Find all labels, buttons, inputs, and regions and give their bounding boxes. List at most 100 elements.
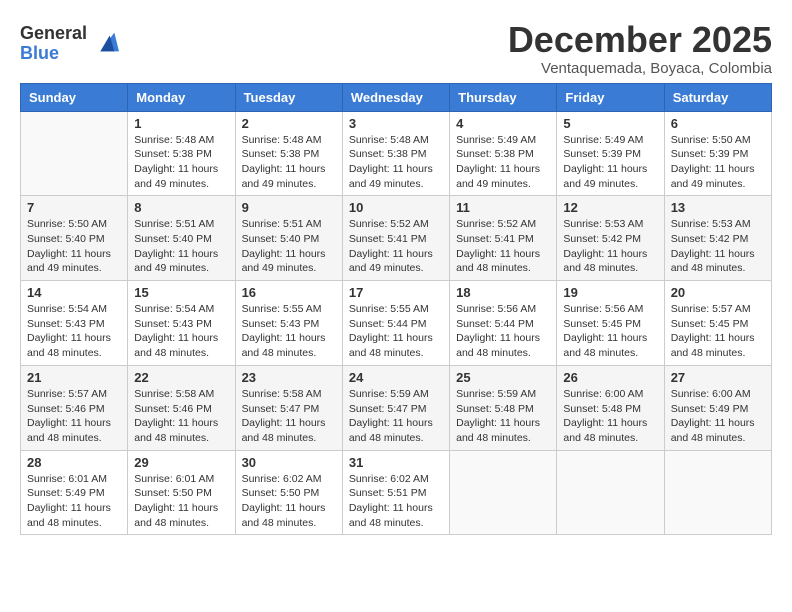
day-info: Sunrise: 6:02 AM Sunset: 5:51 PM Dayligh…: [349, 472, 443, 531]
calendar-cell: 7Sunrise: 5:50 AM Sunset: 5:40 PM Daylig…: [21, 196, 128, 281]
calendar-cell: [21, 111, 128, 196]
day-info: Sunrise: 5:53 AM Sunset: 5:42 PM Dayligh…: [563, 217, 657, 276]
day-number: 2: [242, 116, 336, 131]
calendar-cell: 9 Sunrise: 5:51 AM Sunset: 5:40 PM Daylig…: [235, 196, 342, 281]
calendar-week-3: 14 Sunrise: 5:54 AM Sunset: 5:43 PM Dayli…: [21, 281, 772, 366]
calendar-cell: 21Sunrise: 5:57 AM Sunset: 5:46 PM Dayli…: [21, 365, 128, 450]
calendar-cell: 14 Sunrise: 5:54 AM Sunset: 5:43 PM Dayli…: [21, 281, 128, 366]
calendar-cell: 31 Sunrise: 6:02 AM Sunset: 5:51 PM Dayli…: [342, 450, 449, 535]
calendar-cell: 8 Sunrise: 5:51 AM Sunset: 5:40 PM Daylig…: [128, 196, 235, 281]
day-info: Sunrise: 5:52 AM Sunset: 5:41 PM Dayligh…: [349, 217, 443, 276]
day-info: Sunrise: 5:49 AM Sunset: 5:39 PM Dayligh…: [563, 133, 657, 192]
day-info: Sunrise: 5:55 AM Sunset: 5:43 PM Dayligh…: [242, 302, 336, 361]
day-number: 28: [27, 455, 121, 470]
header-sunday: Sunday: [21, 83, 128, 111]
header-wednesday: Wednesday: [342, 83, 449, 111]
calendar-cell: 11Sunrise: 5:52 AM Sunset: 5:41 PM Dayli…: [450, 196, 557, 281]
calendar-cell: [557, 450, 664, 535]
calendar-cell: [450, 450, 557, 535]
calendar-cell: 17Sunrise: 5:55 AM Sunset: 5:44 PM Dayli…: [342, 281, 449, 366]
calendar-cell: 3Sunrise: 5:48 AM Sunset: 5:38 PM Daylig…: [342, 111, 449, 196]
page-header: General Blue December 2025 Ventaquemada,…: [20, 20, 772, 77]
calendar-cell: 20 Sunrise: 5:57 AM Sunset: 5:45 PM Dayli…: [664, 281, 771, 366]
day-number: 15: [134, 285, 228, 300]
day-number: 6: [671, 116, 765, 131]
day-info: Sunrise: 5:56 AM Sunset: 5:45 PM Dayligh…: [563, 302, 657, 361]
day-number: 5: [563, 116, 657, 131]
title-section: December 2025 Ventaquemada, Boyaca, Colo…: [508, 20, 772, 77]
day-info: Sunrise: 5:48 AM Sunset: 5:38 PM Dayligh…: [349, 133, 443, 192]
calendar-cell: 18Sunrise: 5:56 AM Sunset: 5:44 PM Dayli…: [450, 281, 557, 366]
day-number: 13: [671, 200, 765, 215]
day-number: 14: [27, 285, 121, 300]
day-info: Sunrise: 5:59 AM Sunset: 5:47 PM Dayligh…: [349, 387, 443, 446]
calendar-cell: 25Sunrise: 5:59 AM Sunset: 5:48 PM Dayli…: [450, 365, 557, 450]
calendar-cell: 1Sunrise: 5:48 AM Sunset: 5:38 PM Daylig…: [128, 111, 235, 196]
day-number: 27: [671, 370, 765, 385]
day-info: Sunrise: 5:58 AM Sunset: 5:47 PM Dayligh…: [242, 387, 336, 446]
day-number: 22: [134, 370, 228, 385]
header-tuesday: Tuesday: [235, 83, 342, 111]
day-info: Sunrise: 5:54 AM Sunset: 5:43 PM Dayligh…: [134, 302, 228, 361]
logo-general: General: [20, 24, 87, 44]
calendar-cell: 28 Sunrise: 6:01 AM Sunset: 5:49 PM Dayli…: [21, 450, 128, 535]
calendar-cell: 6 Sunrise: 5:50 AM Sunset: 5:39 PM Daylig…: [664, 111, 771, 196]
calendar-cell: 24 Sunrise: 5:59 AM Sunset: 5:47 PM Dayli…: [342, 365, 449, 450]
day-number: 24: [349, 370, 443, 385]
calendar-cell: 16 Sunrise: 5:55 AM Sunset: 5:43 PM Dayli…: [235, 281, 342, 366]
day-info: Sunrise: 5:49 AM Sunset: 5:38 PM Dayligh…: [456, 133, 550, 192]
calendar-week-2: 7Sunrise: 5:50 AM Sunset: 5:40 PM Daylig…: [21, 196, 772, 281]
day-info: Sunrise: 5:54 AM Sunset: 5:43 PM Dayligh…: [27, 302, 121, 361]
day-info: Sunrise: 6:01 AM Sunset: 5:49 PM Dayligh…: [27, 472, 121, 531]
day-number: 26: [563, 370, 657, 385]
logo-blue: Blue: [20, 44, 87, 64]
header-saturday: Saturday: [664, 83, 771, 111]
day-info: Sunrise: 5:53 AM Sunset: 5:42 PM Dayligh…: [671, 217, 765, 276]
day-info: Sunrise: 6:01 AM Sunset: 5:50 PM Dayligh…: [134, 472, 228, 531]
calendar-cell: 22Sunrise: 5:58 AM Sunset: 5:46 PM Dayli…: [128, 365, 235, 450]
calendar-week-1: 1 Sunrise: 5:48 AM Sunset: 5:38 PM Daylig…: [21, 111, 772, 196]
calendar-cell: 26Sunrise: 6:00 AM Sunset: 5:48 PM Dayli…: [557, 365, 664, 450]
day-number: 12: [563, 200, 657, 215]
calendar-cell: 10 Sunrise: 5:52 AM Sunset: 5:41 PM Dayli…: [342, 196, 449, 281]
day-info: Sunrise: 5:55 AM Sunset: 5:44 PM Dayligh…: [349, 302, 443, 361]
calendar-cell: 23 Sunrise: 5:58 AM Sunset: 5:47 PM Dayli…: [235, 365, 342, 450]
day-info: Sunrise: 5:50 AM Sunset: 5:39 PM Dayligh…: [671, 133, 765, 192]
subtitle: Ventaquemada, Boyaca, Colombia: [508, 60, 772, 77]
day-number: 16: [242, 285, 336, 300]
day-number: 23: [242, 370, 336, 385]
day-number: 29: [134, 455, 228, 470]
day-number: 19: [563, 285, 657, 300]
day-number: 11: [456, 200, 550, 215]
day-info: Sunrise: 5:51 AM Sunset: 5:40 PM Dayligh…: [242, 217, 336, 276]
day-info: Sunrise: 5:56 AM Sunset: 5:44 PM Dayligh…: [456, 302, 550, 361]
day-info: Sunrise: 6:00 AM Sunset: 5:49 PM Dayligh…: [671, 387, 765, 446]
day-number: 21: [27, 370, 121, 385]
header-thursday: Thursday: [450, 83, 557, 111]
header-monday: Monday: [128, 83, 235, 111]
day-number: 9: [242, 200, 336, 215]
calendar-cell: 29 Sunrise: 6:01 AM Sunset: 5:50 PM Dayli…: [128, 450, 235, 535]
day-info: Sunrise: 5:48 AM Sunset: 5:38 PM Dayligh…: [242, 133, 336, 192]
day-number: 10: [349, 200, 443, 215]
logo: General Blue: [20, 24, 119, 64]
calendar-cell: [664, 450, 771, 535]
month-title: December 2025: [508, 20, 772, 60]
calendar-cell: 12 Sunrise: 5:53 AM Sunset: 5:42 PM Dayli…: [557, 196, 664, 281]
day-info: Sunrise: 6:02 AM Sunset: 5:50 PM Dayligh…: [242, 472, 336, 531]
calendar-cell: 2 Sunrise: 5:48 AM Sunset: 5:38 PM Daylig…: [235, 111, 342, 196]
day-info: Sunrise: 5:51 AM Sunset: 5:40 PM Dayligh…: [134, 217, 228, 276]
day-info: Sunrise: 5:57 AM Sunset: 5:45 PM Dayligh…: [671, 302, 765, 361]
calendar-cell: 5 Sunrise: 5:49 AM Sunset: 5:39 PM Daylig…: [557, 111, 664, 196]
calendar-cell: 30Sunrise: 6:02 AM Sunset: 5:50 PM Dayli…: [235, 450, 342, 535]
calendar-header-row: SundayMondayTuesdayWednesdayThursdayFrid…: [21, 83, 772, 111]
calendar-cell: 19 Sunrise: 5:56 AM Sunset: 5:45 PM Dayli…: [557, 281, 664, 366]
day-number: 8: [134, 200, 228, 215]
day-info: Sunrise: 5:59 AM Sunset: 5:48 PM Dayligh…: [456, 387, 550, 446]
calendar-cell: 15 Sunrise: 5:54 AM Sunset: 5:43 PM Dayli…: [128, 281, 235, 366]
calendar-cell: 13 Sunrise: 5:53 AM Sunset: 5:42 PM Dayli…: [664, 196, 771, 281]
day-number: 1: [134, 116, 228, 131]
calendar-week-5: 28 Sunrise: 6:01 AM Sunset: 5:49 PM Dayli…: [21, 450, 772, 535]
day-number: 20: [671, 285, 765, 300]
day-number: 31: [349, 455, 443, 470]
